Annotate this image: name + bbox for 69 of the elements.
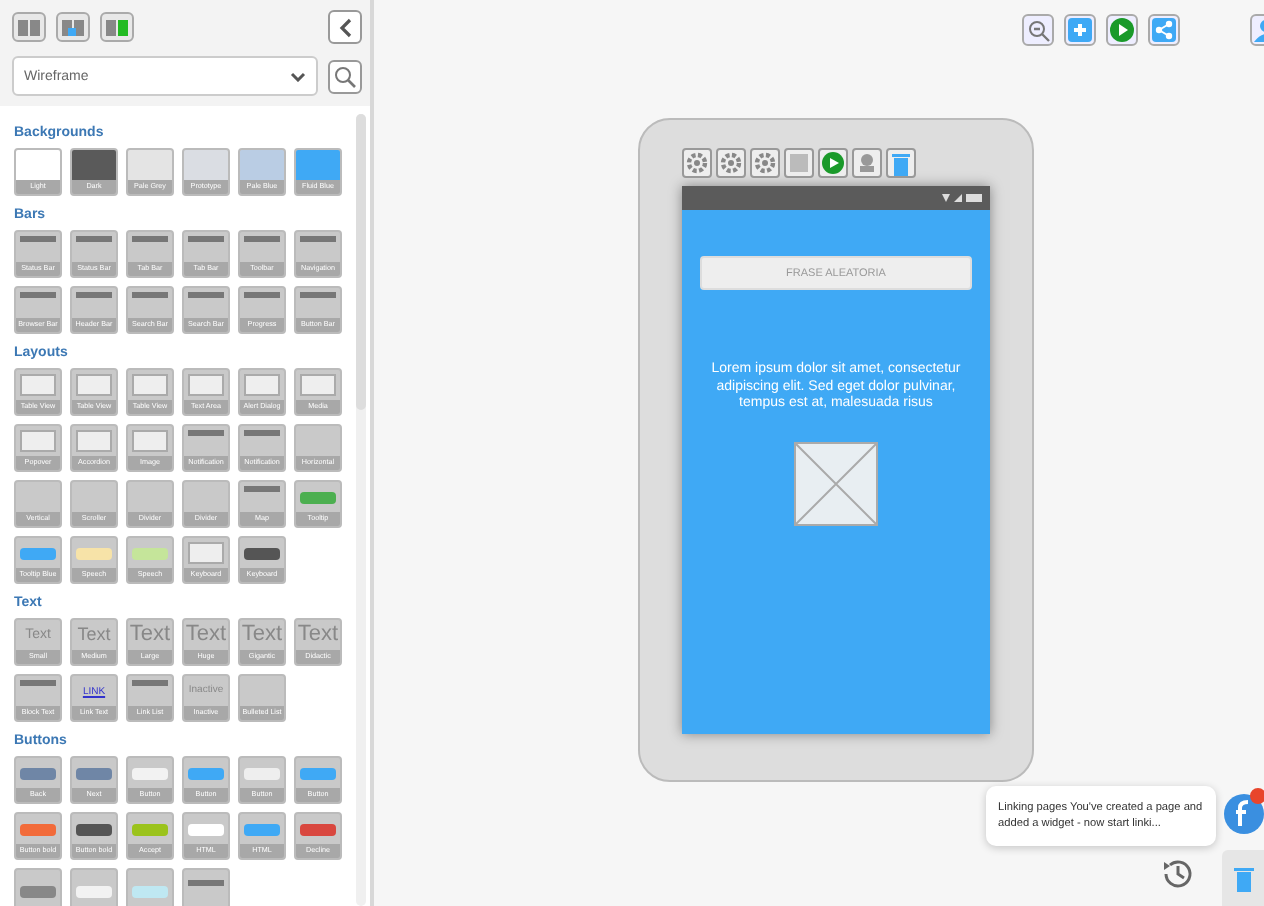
history-icon[interactable] bbox=[1160, 856, 1196, 892]
page-link-button[interactable] bbox=[56, 12, 90, 42]
panel-preview bbox=[132, 430, 168, 452]
text-sample: Text bbox=[129, 624, 171, 646]
text-sample: Text bbox=[297, 624, 339, 646]
bar-preview bbox=[244, 291, 280, 297]
panel-preview bbox=[76, 374, 112, 396]
two-pages-icon bbox=[18, 19, 40, 35]
image-placeholder bbox=[794, 441, 878, 525]
share-button[interactable] bbox=[1148, 14, 1180, 46]
bar-preview bbox=[188, 429, 224, 435]
bar-preview bbox=[20, 679, 56, 685]
scrollbar[interactable] bbox=[356, 114, 366, 906]
panel-preview bbox=[132, 374, 168, 396]
trash-button[interactable] bbox=[886, 148, 916, 178]
bar-preview bbox=[244, 235, 280, 241]
chevron-left-icon bbox=[337, 17, 353, 37]
bar-preview bbox=[132, 235, 168, 241]
bar-preview bbox=[20, 235, 56, 241]
collapse-button[interactable] bbox=[328, 10, 362, 44]
bar-preview bbox=[188, 291, 224, 297]
widget-tile[interactable] bbox=[182, 868, 230, 906]
pages-icon bbox=[106, 19, 128, 35]
gear-button[interactable] bbox=[716, 148, 746, 178]
delete-button[interactable] bbox=[1222, 850, 1264, 906]
play-button[interactable] bbox=[818, 148, 848, 178]
text-sample: Text bbox=[241, 624, 283, 646]
gear-button[interactable] bbox=[682, 148, 712, 178]
bar-preview bbox=[188, 880, 224, 886]
play-button[interactable] bbox=[1106, 14, 1138, 46]
bar-preview bbox=[76, 291, 112, 297]
status-icons-drawing bbox=[942, 192, 982, 204]
bar-preview bbox=[76, 235, 112, 241]
chevron-down-icon bbox=[290, 71, 306, 81]
widget-tile[interactable] bbox=[14, 868, 62, 906]
gear-button[interactable] bbox=[750, 148, 780, 178]
panel-preview bbox=[20, 374, 56, 396]
widget-tile[interactable] bbox=[126, 868, 174, 906]
trash-icon bbox=[1234, 865, 1254, 891]
bar-preview bbox=[244, 429, 280, 435]
bar-preview bbox=[188, 235, 224, 241]
page-button[interactable] bbox=[784, 148, 814, 178]
add-button[interactable] bbox=[1064, 14, 1096, 46]
bar-preview bbox=[132, 679, 168, 685]
trash-icon bbox=[890, 151, 912, 175]
panel-preview bbox=[300, 374, 336, 396]
add-page-button[interactable] bbox=[100, 12, 134, 42]
panel-preview bbox=[76, 430, 112, 452]
panel-preview bbox=[244, 374, 280, 396]
bar-preview bbox=[244, 485, 280, 491]
pages-button[interactable] bbox=[12, 12, 46, 42]
bar-preview bbox=[20, 291, 56, 297]
panel-preview bbox=[188, 542, 224, 564]
panel-preview bbox=[20, 430, 56, 452]
bar-preview bbox=[300, 291, 336, 297]
panel-preview bbox=[188, 374, 224, 396]
widget-tile[interactable] bbox=[70, 868, 118, 906]
text-sample: Text bbox=[77, 626, 111, 644]
square-icon bbox=[788, 152, 810, 174]
bar-preview bbox=[300, 235, 336, 241]
search-button[interactable] bbox=[328, 59, 362, 93]
stamp-button[interactable] bbox=[852, 148, 882, 178]
assistant-avatar-icon[interactable] bbox=[1224, 788, 1264, 836]
zoom-out-button[interactable] bbox=[1022, 14, 1054, 46]
pages-icon bbox=[62, 19, 84, 35]
bar-preview bbox=[132, 291, 168, 297]
text-sample: Text bbox=[185, 624, 227, 646]
search-icon bbox=[334, 65, 356, 87]
stamp-icon bbox=[856, 152, 878, 174]
